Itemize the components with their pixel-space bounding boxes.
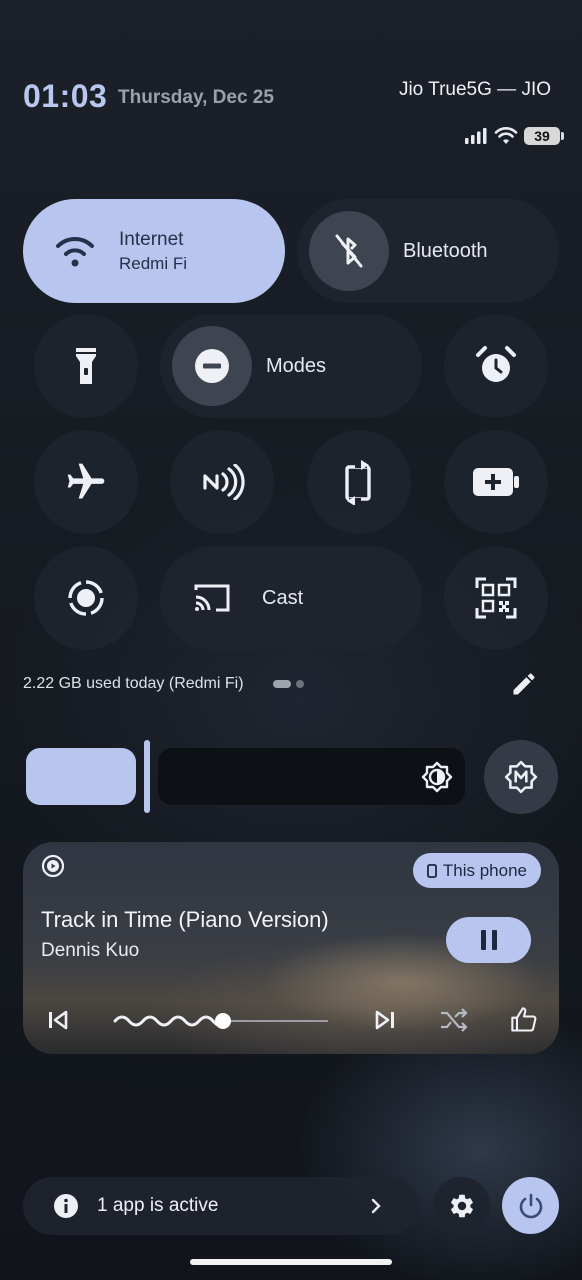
modes-tile[interactable]: Modes <box>160 314 422 418</box>
thumbs-up-icon[interactable] <box>510 1006 538 1034</box>
alarm-icon <box>476 346 516 382</box>
battery-saver-icon <box>473 468 519 496</box>
output-device-label: This phone <box>442 860 527 880</box>
internet-network-name: Redmi Fi <box>119 253 188 273</box>
active-apps-label: 1 app is active <box>97 1195 219 1216</box>
gear-icon <box>450 1194 473 1217</box>
battery-saver-tile[interactable] <box>444 430 548 534</box>
clock[interactable]: 01:03 <box>23 78 107 115</box>
date[interactable]: Thursday, Dec 25 <box>118 87 274 109</box>
carrier-name: Jio True5G — JIO <box>398 79 551 100</box>
bluetooth-off-icon <box>335 234 363 268</box>
cast-icon <box>194 584 230 612</box>
airplane-icon <box>67 463 105 499</box>
bluetooth-label: Bluetooth <box>403 239 488 262</box>
output-device-chip[interactable]: This phone <box>412 853 541 888</box>
flashlight-tile[interactable] <box>34 314 138 418</box>
pause-button[interactable] <box>446 917 531 963</box>
airplane-mode-tile[interactable] <box>34 430 138 534</box>
internet-label: Internet <box>119 228 184 250</box>
pencil-icon <box>513 673 535 695</box>
modes-icon-circle <box>172 326 252 406</box>
media-player-card[interactable]: This phone Track in Time (Piano Version)… <box>23 842 559 1054</box>
track-artist: Dennis Kuo <box>41 940 140 961</box>
data-usage-text: 2.22 GB used today (Redmi Fi) <box>23 675 244 692</box>
media-app-icon <box>41 854 65 878</box>
track-title: Track in Time (Piano Version) <box>41 907 329 932</box>
brightness-slider-fill[interactable] <box>26 748 136 805</box>
battery-icon: 39 <box>524 127 564 145</box>
next-track-icon[interactable] <box>374 1009 396 1031</box>
qr-scanner-tile[interactable] <box>444 546 548 650</box>
previous-track-icon[interactable] <box>47 1009 69 1031</box>
bluetooth-icon-circle <box>309 211 389 291</box>
cast-label: Cast <box>262 586 304 609</box>
internet-tile[interactable]: Internet Redmi Fi <box>23 199 285 303</box>
nfc-icon <box>203 464 245 500</box>
screen-record-tile[interactable] <box>34 546 138 650</box>
screen-record-icon <box>68 580 104 616</box>
wifi-status-icon <box>494 127 518 144</box>
status-icons: 39 <box>464 127 564 145</box>
home-indicator[interactable] <box>190 1259 392 1265</box>
phone-icon <box>426 863 437 878</box>
info-icon <box>54 1194 78 1218</box>
page-dot <box>296 680 304 688</box>
cast-tile[interactable]: Cast <box>160 546 422 650</box>
power-icon <box>519 1193 542 1218</box>
auto-brightness-button[interactable] <box>484 740 558 814</box>
power-button[interactable] <box>502 1177 559 1234</box>
modes-label: Modes <box>266 354 327 377</box>
auto-rotate-icon <box>345 460 371 505</box>
brightness-icon <box>421 761 453 793</box>
flashlight-icon <box>76 348 96 384</box>
page-dot-active <box>273 680 291 688</box>
chevron-right-icon <box>371 1198 381 1214</box>
auto-rotate-tile[interactable] <box>307 430 411 534</box>
signal-icon <box>465 128 487 144</box>
brightness-slider-track[interactable] <box>158 748 465 805</box>
brightness-slider-thumb[interactable] <box>144 740 150 813</box>
auto-brightness-icon <box>504 760 538 794</box>
bluetooth-tile[interactable]: Bluetooth <box>297 199 559 303</box>
internet-text: Internet Redmi Fi <box>119 229 187 274</box>
active-apps-button[interactable]: 1 app is active <box>23 1177 419 1235</box>
do-not-disturb-icon <box>195 349 229 383</box>
alarm-tile[interactable] <box>444 314 548 418</box>
page-indicator <box>273 680 304 688</box>
nfc-tile[interactable] <box>170 430 274 534</box>
shuffle-icon[interactable] <box>439 1008 469 1032</box>
pause-icon <box>480 930 497 950</box>
wifi-icon <box>56 236 94 267</box>
qr-scanner-icon <box>475 577 517 619</box>
edit-button[interactable] <box>508 668 540 700</box>
settings-button[interactable] <box>433 1177 490 1234</box>
progress-seekbar[interactable] <box>113 1009 333 1033</box>
